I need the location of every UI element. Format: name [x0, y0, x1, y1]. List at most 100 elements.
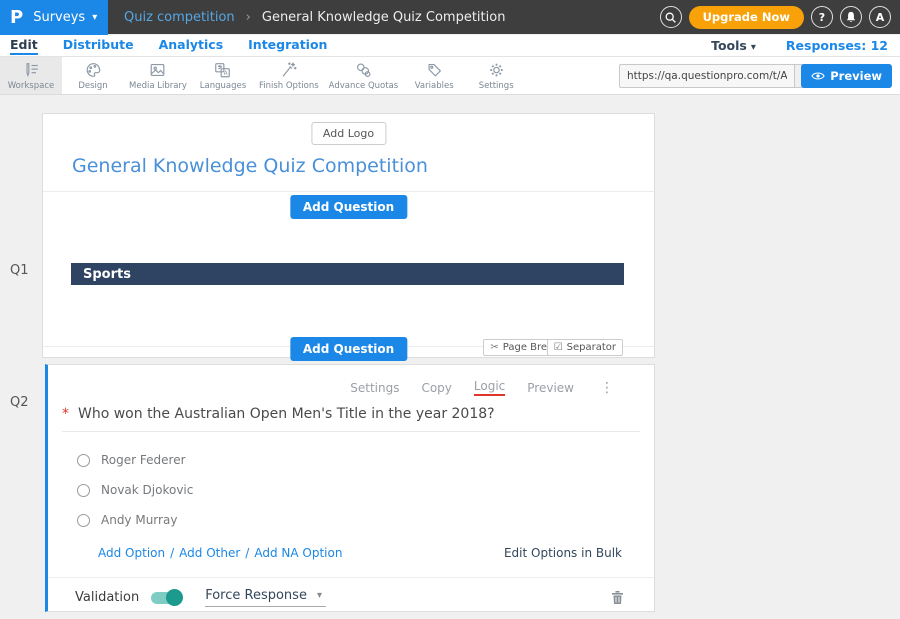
- media-library-icon: [148, 61, 167, 79]
- top-header-bar: P Surveys ▾ Quiz competition › General K…: [0, 0, 900, 34]
- toolbar-item-settings[interactable]: Settings: [465, 57, 527, 94]
- radio-button[interactable]: [77, 514, 90, 527]
- question-number-q1: Q1: [10, 263, 29, 278]
- trash-icon: [611, 590, 624, 605]
- toolbar-item-design[interactable]: Design: [62, 57, 124, 94]
- search-button[interactable]: [660, 6, 682, 28]
- surveys-menu[interactable]: P Surveys ▾: [0, 0, 108, 35]
- validation-type-dropdown[interactable]: Force Response ▾: [205, 588, 326, 607]
- languages-icon: A: [213, 61, 232, 79]
- chevron-down-icon: ▾: [317, 590, 322, 601]
- bell-icon: [845, 11, 857, 24]
- workspace-icon: [22, 61, 41, 79]
- tab-integration[interactable]: Integration: [248, 37, 327, 55]
- add-logo-button[interactable]: Add Logo: [311, 122, 386, 145]
- tab-distribute[interactable]: Distribute: [63, 37, 134, 55]
- validation-toggle[interactable]: [151, 592, 181, 604]
- svg-text:A: A: [224, 70, 228, 76]
- toolbar-item-languages[interactable]: A Languages: [192, 57, 254, 94]
- tab-analytics[interactable]: Analytics: [159, 37, 224, 55]
- question-settings-link[interactable]: Settings: [350, 381, 399, 395]
- kebab-menu-icon[interactable]: ⋮: [600, 380, 614, 396]
- add-na-option-link[interactable]: Add NA Option: [254, 546, 342, 560]
- section-title: Sports: [83, 267, 131, 282]
- toolbar-item-variables[interactable]: Variables: [403, 57, 465, 94]
- link-separator: /: [170, 546, 174, 560]
- toolbar-item-media-library[interactable]: Media Library: [124, 57, 192, 94]
- responses-count[interactable]: Responses: 12: [786, 38, 888, 53]
- add-option-link[interactable]: Add Option: [98, 546, 165, 560]
- survey-url-group: ✎: [619, 64, 820, 88]
- radio-button[interactable]: [77, 484, 90, 497]
- preview-label: Preview: [830, 69, 882, 83]
- chevron-down-icon: ▾: [751, 42, 756, 53]
- survey-title[interactable]: General Knowledge Quiz Competition: [72, 155, 428, 177]
- header-actions: Upgrade Now ? A: [660, 6, 900, 29]
- separator-label: Separator: [567, 342, 616, 353]
- question-copy-link[interactable]: Copy: [421, 381, 451, 395]
- avatar-initial: A: [876, 11, 885, 24]
- survey-header-card: Add Logo General Knowledge Quiz Competit…: [42, 113, 655, 358]
- add-question-button-bottom[interactable]: Add Question: [290, 337, 407, 361]
- question-preview-link[interactable]: Preview: [527, 381, 574, 395]
- divider: [48, 577, 654, 578]
- tools-dropdown[interactable]: Tools▾: [711, 38, 756, 53]
- toolbar-label: Workspace: [8, 81, 54, 91]
- breadcrumb-current: General Knowledge Quiz Competition: [262, 10, 506, 25]
- toolbar-item-advance-quotas[interactable]: Advance Quotas: [324, 57, 404, 94]
- question-menu: Settings Copy Logic Preview ⋮: [350, 379, 614, 396]
- toolbar-item-finish-options[interactable]: Finish Options: [254, 57, 324, 94]
- answer-option-row: Andy Murray: [77, 513, 177, 527]
- toolbar-item-workspace[interactable]: Workspace: [0, 57, 62, 94]
- help-icon: ?: [819, 11, 825, 24]
- section-header-q1[interactable]: Sports: [71, 263, 624, 285]
- delete-question-button[interactable]: [611, 590, 624, 605]
- eye-icon: [811, 71, 825, 81]
- add-other-link[interactable]: Add Other: [179, 546, 240, 560]
- toolbar-label: Advance Quotas: [329, 81, 399, 91]
- survey-url-input[interactable]: [619, 64, 795, 88]
- tab-edit[interactable]: Edit: [10, 37, 38, 55]
- radio-button[interactable]: [77, 454, 90, 467]
- toolbar-label: Finish Options: [259, 81, 319, 91]
- edit-options-in-bulk-link[interactable]: Edit Options in Bulk: [504, 546, 622, 560]
- help-button[interactable]: ?: [811, 6, 833, 28]
- question-text-field[interactable]: * Who won the Australian Open Men's Titl…: [62, 406, 640, 432]
- toolbar-label: Settings: [479, 81, 514, 91]
- toggle-knob: [166, 589, 183, 606]
- avatar[interactable]: A: [869, 6, 891, 28]
- toolbar-label: Languages: [200, 81, 246, 91]
- toolbar-label: Variables: [415, 81, 454, 91]
- design-icon: [84, 61, 103, 79]
- questionpro-logo: P: [10, 7, 23, 28]
- validation-row: Validation Force Response ▾: [75, 588, 624, 607]
- add-question-button-top[interactable]: Add Question: [290, 195, 407, 219]
- answer-option-row: Novak Djokovic: [77, 483, 193, 497]
- option-links: Add Option / Add Other / Add NA Option: [98, 546, 342, 560]
- breadcrumb-parent[interactable]: Quiz competition: [124, 10, 235, 25]
- advance-quotas-icon: [354, 61, 373, 79]
- notifications-button[interactable]: [840, 6, 862, 28]
- search-icon: [664, 11, 677, 24]
- toolbar-label: Media Library: [129, 81, 187, 91]
- separator-button[interactable]: ☑ Separator: [547, 339, 623, 356]
- question-number-q2: Q2: [10, 395, 29, 410]
- preview-button[interactable]: Preview: [801, 64, 892, 88]
- edit-toolbar: Workspace Design Media Library A Languag…: [0, 57, 900, 95]
- question-text: Who won the Australian Open Men's Title …: [78, 406, 495, 422]
- question-logic-link[interactable]: Logic: [474, 379, 505, 396]
- divider: [43, 191, 654, 192]
- variables-icon: [425, 61, 444, 79]
- link-separator: /: [245, 546, 249, 560]
- upgrade-now-button[interactable]: Upgrade Now: [689, 6, 804, 29]
- option-label[interactable]: Novak Djokovic: [101, 483, 193, 497]
- option-label[interactable]: Roger Federer: [101, 453, 186, 467]
- nav-right-group: Tools▾ Responses: 12: [711, 38, 888, 53]
- question-card-q2: Settings Copy Logic Preview ⋮ * Who won …: [45, 364, 655, 612]
- option-label[interactable]: Andy Murray: [101, 513, 177, 527]
- finish-options-icon: [279, 61, 298, 79]
- checked-box-icon: ☑: [554, 342, 563, 353]
- validation-label: Validation: [75, 590, 139, 605]
- chevron-down-icon: ▾: [92, 12, 97, 23]
- survey-canvas: Q1 Q2 Add Logo General Knowledge Quiz Co…: [0, 95, 900, 619]
